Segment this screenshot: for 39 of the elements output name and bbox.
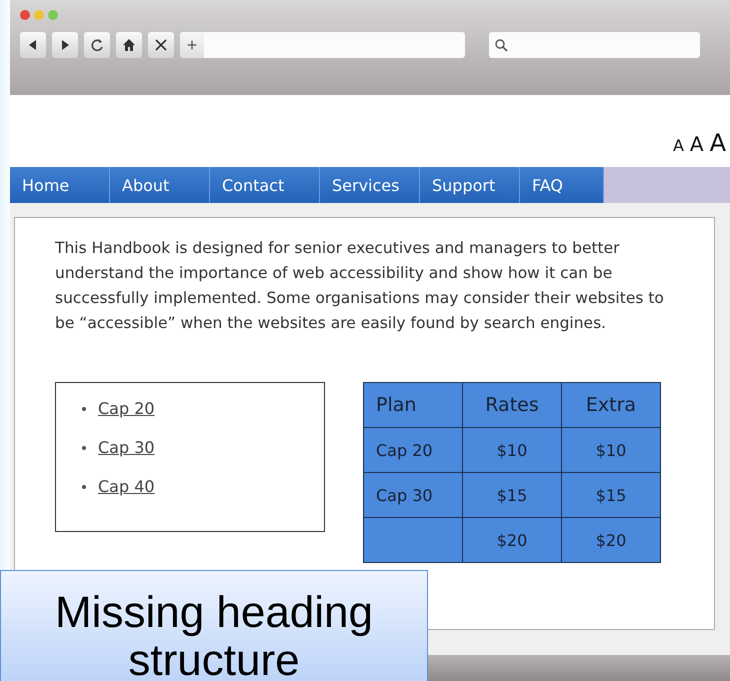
- text-size-button[interactable]: A: [690, 132, 704, 156]
- plan-link[interactable]: Cap 40: [98, 477, 155, 496]
- table-cell: Cap 20: [364, 428, 462, 472]
- close-icon: [154, 38, 168, 52]
- text-size-button[interactable]: A: [710, 129, 726, 157]
- bullet-icon: [82, 484, 86, 488]
- table-cell: $15: [562, 472, 660, 518]
- forward-button[interactable]: [52, 32, 78, 58]
- table-cell: $15: [462, 472, 562, 518]
- stop-button[interactable]: [148, 32, 174, 58]
- plan-link[interactable]: Cap 30: [98, 438, 155, 457]
- table-cell: $10: [562, 428, 660, 472]
- caption-text: Missing heading structure: [0, 570, 428, 681]
- address-field[interactable]: +: [180, 32, 465, 58]
- column-header: Rates: [462, 382, 562, 428]
- minimize-window-dot[interactable]: [34, 10, 44, 20]
- home-button[interactable]: [116, 32, 142, 58]
- search-field[interactable]: [489, 32, 700, 58]
- close-window-dot[interactable]: [20, 10, 30, 20]
- column-header: Plan: [364, 382, 462, 428]
- table-cell: $20: [562, 518, 660, 562]
- plan-link[interactable]: Cap 20: [98, 399, 155, 418]
- home-icon: [122, 38, 136, 52]
- column-header: Extra: [562, 382, 660, 428]
- back-icon: [27, 39, 39, 51]
- back-button[interactable]: [20, 32, 46, 58]
- bullet-icon: [82, 446, 86, 450]
- reload-icon: [90, 38, 104, 52]
- table-cell: $10: [462, 428, 562, 472]
- text-size-button[interactable]: A: [672, 136, 684, 155]
- search-icon: [495, 38, 508, 52]
- intro-paragraph: This Handbook is designed for senior executives and managers to better understand the importance of web accessibility and show how it can be successfully implemented. Some organisations may consider their websites to be “accessible” when the websites are easily found by search engines.: [55, 238, 665, 334]
- new-tab-button[interactable]: +: [180, 32, 204, 58]
- zoom-window-dot[interactable]: [48, 10, 58, 20]
- bullet-icon: [82, 406, 86, 410]
- reload-button[interactable]: [84, 32, 110, 58]
- forward-icon: [59, 39, 71, 51]
- table-cell: Cap 30: [364, 472, 462, 518]
- table-cell: $20: [462, 518, 562, 562]
